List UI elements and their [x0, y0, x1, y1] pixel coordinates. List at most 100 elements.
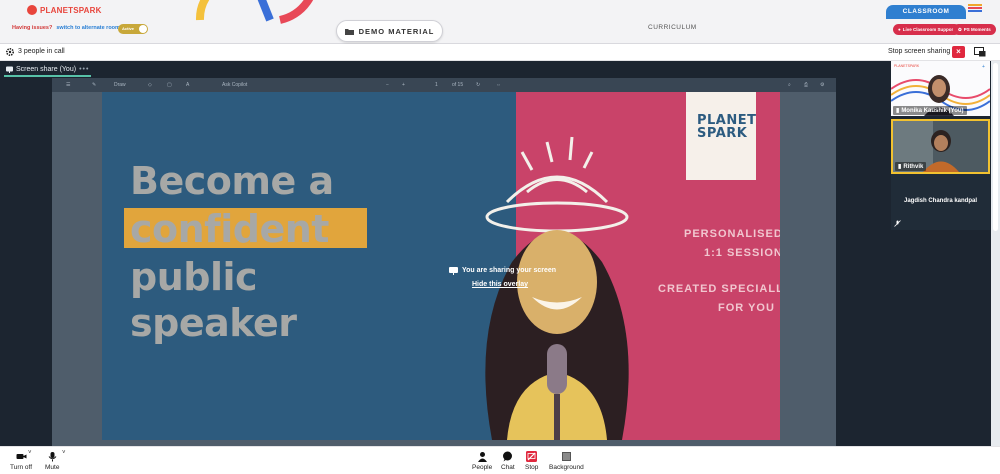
shared-screen: ☰ ✎ Draw ◇ ▢ A Ask Copilot − + 1 of 15 ↻… [52, 78, 836, 446]
meeting-app: PLANETSPARK Having issues? switch to alt… [0, 0, 1000, 474]
pdf-zoom-in-icon[interactable]: + [402, 82, 405, 88]
toggle-knob [139, 25, 147, 33]
presentation-slide: Become a confident public speaker PLANET… [102, 92, 780, 440]
issue-question: Having issues? [12, 25, 53, 31]
alternate-room-link[interactable]: switch to alternate room [56, 25, 120, 31]
mic-options-chevron-icon[interactable]: ˅ [62, 450, 66, 456]
headline-line-3: public [130, 255, 258, 299]
participant-tile-self[interactable]: PLANETSPARK + ▮ Monika Kaushik (You) [891, 61, 990, 116]
pdf-print-icon[interactable]: ⎙ [804, 82, 808, 88]
brand-logo[interactable]: PLANETSPARK [27, 4, 102, 16]
camera-options-chevron-icon[interactable]: ˅ [28, 450, 32, 456]
picture-in-picture-icon[interactable] [974, 47, 986, 57]
pdf-search-icon[interactable]: ⌕ [788, 82, 791, 88]
badge-line-2: SPARK [697, 126, 748, 141]
mic-icon: ▮ [898, 164, 902, 170]
people-icon [477, 452, 487, 462]
camera-icon [16, 454, 27, 459]
slide-text-2: 1:1 SESSION [704, 247, 780, 259]
background-label: Background [549, 464, 584, 471]
muted-mic-icon [894, 220, 901, 227]
svg-text:PLANETSPARK: PLANETSPARK [894, 64, 920, 68]
slide-text-4: FOR YOU [718, 302, 775, 314]
slide-text-1: PERSONALISED [684, 228, 780, 240]
live-support-button[interactable]: ● Live Classroom Support [893, 24, 960, 35]
stop-share-icon [526, 451, 538, 462]
tab-more-icon[interactable]: ••• [79, 66, 89, 73]
stop-label: Stop [525, 464, 539, 471]
chat-icon [503, 451, 513, 462]
mic-label: Mute [45, 464, 60, 471]
curriculum-tab[interactable]: CURRICULUM [648, 24, 697, 31]
chat-button[interactable]: Chat [501, 451, 515, 471]
participant-name: Monika Kaushik (You) [901, 107, 964, 114]
pdf-zoom-out-icon[interactable]: − [386, 82, 389, 88]
hide-overlay-link[interactable]: Hide this overlay [472, 281, 528, 288]
pdf-draw-label[interactable]: Draw [114, 82, 126, 88]
logo-text: PLANETSPARK [40, 5, 102, 15]
participant-name: Rithvik [903, 163, 924, 170]
muted-mic-icon: ▮ [896, 108, 900, 114]
toggle-label: Active [122, 26, 135, 31]
logo-icon [27, 5, 37, 15]
gear-icon[interactable] [5, 47, 15, 57]
close-icon: × [956, 47, 961, 56]
people-button[interactable]: People [472, 451, 492, 471]
pdf-ask-label[interactable]: Ask Copilot [222, 82, 247, 88]
tab-screen-share-label: Screen share (You) [16, 65, 77, 73]
svg-text:+: + [982, 64, 985, 70]
tab-screen-share[interactable]: Screen share (You) ••• [4, 63, 92, 77]
pdf-menu-icon[interactable]: ☰ [66, 82, 70, 88]
stop-share-button[interactable]: Stop [525, 451, 538, 471]
live-support-label: Live Classroom Support [902, 27, 955, 32]
people-label: People [472, 464, 493, 471]
demo-material-label: DEMO MATERIAL [358, 26, 435, 36]
pdf-page-total: of 15 [452, 82, 464, 88]
camera-label: Turn off [10, 464, 33, 471]
ps-moments-button[interactable]: ✿ PS Moments [953, 24, 996, 35]
participants-scrollbar[interactable] [991, 61, 1000, 446]
pdf-erase-icon[interactable]: ◇ [148, 82, 152, 88]
app-header: PLANETSPARK Having issues? switch to alt… [0, 0, 1000, 44]
moments-icon: ✿ [958, 26, 962, 32]
stage-tab-row: Screen share (You) ••• [0, 61, 890, 77]
people-count: 3 people in call [18, 48, 65, 55]
sharing-screen-icon [449, 267, 458, 275]
support-icon: ● [898, 27, 901, 32]
participant-name-badge: ▮ Monika Kaushik (You) [893, 106, 967, 115]
background-icon [561, 452, 571, 461]
scrollbar-thumb[interactable] [993, 63, 998, 231]
pdf-page-input[interactable]: 1 [435, 82, 438, 88]
folder-icon [344, 28, 354, 35]
pdf-rotate-icon[interactable]: ↻ [476, 82, 480, 88]
pdf-toolbar: ☰ ✎ Draw ◇ ▢ A Ask Copilot − + 1 of 15 ↻… [52, 78, 836, 92]
call-info-bar: 3 people in call Stop screen sharing × [0, 44, 1000, 61]
participant-tile-active-speaker[interactable]: ▮ Rithvik [891, 119, 990, 174]
background-button[interactable]: Background [549, 451, 584, 471]
pdf-text-icon[interactable]: A [186, 82, 189, 88]
pdf-view-icon[interactable]: ▢ [167, 82, 172, 88]
demo-material-button[interactable]: DEMO MATERIAL [336, 20, 443, 42]
pdf-draw-icon[interactable]: ✎ [92, 82, 96, 88]
alternate-room-toggle[interactable]: Active [118, 24, 148, 34]
menu-stripes-icon[interactable] [968, 4, 982, 14]
classroom-tab[interactable]: CLASSROOM [886, 5, 966, 19]
headline-line-1: Become a [130, 159, 334, 203]
badge-brand-text: PLANET SPARK [697, 114, 756, 141]
stop-sharing-button[interactable]: × [952, 46, 965, 58]
ps-moments-label: PS Moments [963, 27, 991, 32]
participants-panel: PLANETSPARK + ▮ Monika Kaushik (You) ▮ R… [890, 61, 1000, 446]
screen-share-stage: Screen share (You) ••• ☰ ✎ Draw ◇ ▢ A As… [0, 61, 890, 446]
chat-label: Chat [501, 464, 515, 471]
participant-tile-camera-off[interactable]: Jagdish Chandra kandpal [891, 174, 990, 230]
microphone-icon [48, 452, 57, 462]
participant-name-badge: ▮ Rithvik [895, 162, 927, 171]
pdf-fit-icon[interactable]: ⇔ [496, 82, 501, 88]
stop-sharing-label: Stop screen sharing [888, 48, 951, 55]
mic-button[interactable]: Mute [45, 451, 59, 471]
pdf-settings-icon[interactable]: ⚙ [820, 82, 824, 88]
participant-name: Jagdish Chandra kandpal [903, 198, 978, 204]
sharing-overlay-text: You are sharing your screen [462, 267, 557, 274]
present-icon [6, 66, 13, 73]
slide-text-3: CREATED SPECIALLY [658, 283, 780, 295]
